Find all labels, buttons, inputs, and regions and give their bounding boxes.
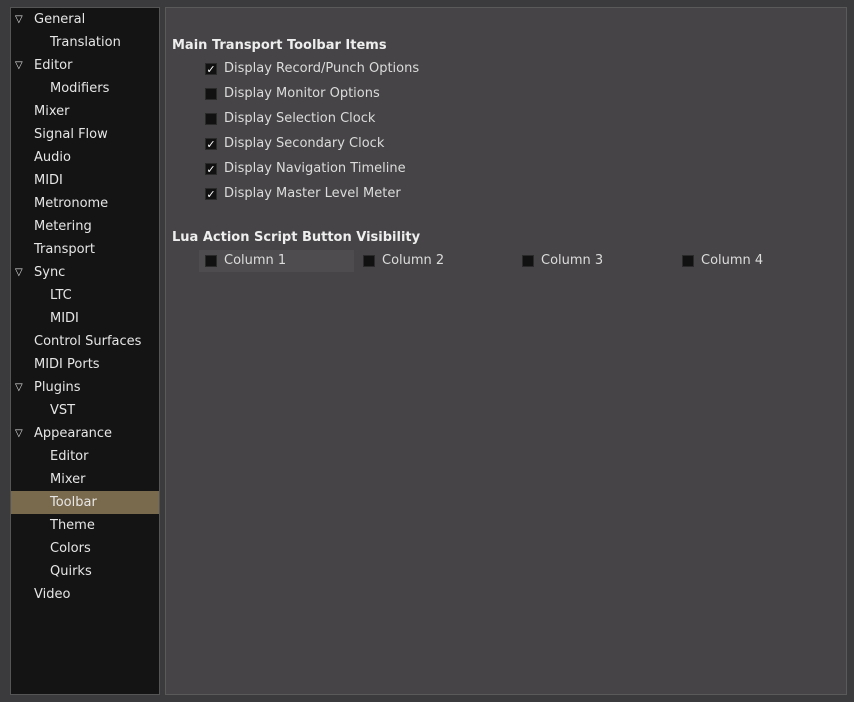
sidebar-item-plugins[interactable]: ▽ Plugins xyxy=(11,376,159,399)
sidebar-item-audio[interactable]: Audio xyxy=(11,146,159,169)
lua-column-label: Column 1 xyxy=(224,253,287,268)
sidebar-item-mixer[interactable]: Mixer xyxy=(11,100,159,123)
sidebar-item-label: General xyxy=(34,12,86,27)
sidebar-item-label: Audio xyxy=(34,150,71,165)
sidebar-item-label: Metering xyxy=(34,219,92,234)
sidebar-item-label: MIDI xyxy=(34,173,63,188)
lua-column-3-checkbox[interactable]: Column 3 xyxy=(522,251,662,271)
sidebar-item-label: Transport xyxy=(34,242,96,257)
checkbox-box[interactable] xyxy=(682,255,694,267)
sidebar-item-midi[interactable]: MIDI xyxy=(11,307,159,330)
sidebar-item-label: Translation xyxy=(50,35,121,50)
sidebar-item-label: VST xyxy=(50,403,76,418)
sidebar-item-theme[interactable]: Theme xyxy=(11,514,159,537)
checkbox-box[interactable] xyxy=(363,255,375,267)
sidebar-item-mixer[interactable]: Mixer xyxy=(11,468,159,491)
sidebar-item-signal-flow[interactable]: Signal Flow xyxy=(11,123,159,146)
sidebar-item-control-surfaces[interactable]: Control Surfaces xyxy=(11,330,159,353)
sidebar-item-ltc[interactable]: LTC xyxy=(11,284,159,307)
sidebar-item-transport[interactable]: Transport xyxy=(11,238,159,261)
toolbar-option-checkbox[interactable]: Display Monitor Options xyxy=(205,84,465,104)
toolbar-option-label: Display Secondary Clock xyxy=(224,136,385,151)
sidebar-item-appearance[interactable]: ▽ Appearance xyxy=(11,422,159,445)
toolbar-option-label: Display Record/Punch Options xyxy=(224,61,420,76)
checkbox-box[interactable] xyxy=(205,113,217,125)
checkbox-box[interactable] xyxy=(205,255,217,267)
sidebar-item-vst[interactable]: VST xyxy=(11,399,159,422)
triangle-down-icon[interactable]: ▽ xyxy=(15,8,23,31)
sidebar-item-label: Control Surfaces xyxy=(34,334,142,349)
sidebar-item-label: Appearance xyxy=(34,426,113,441)
toolbar-option-checkbox[interactable]: ✓ Display Master Level Meter xyxy=(205,184,465,204)
lua-column-4-checkbox[interactable]: Column 4 xyxy=(682,251,822,271)
sidebar-item-label: Video xyxy=(34,587,71,602)
checkmark-icon[interactable]: ✓ xyxy=(205,138,217,150)
checkbox-box[interactable] xyxy=(522,255,534,267)
preferences-sidebar: ▽ General Translation ▽ Editor Modifiers Mixer… xyxy=(10,7,160,695)
triangle-down-icon[interactable]: ▽ xyxy=(15,376,23,399)
sidebar-item-quirks[interactable]: Quirks xyxy=(11,560,159,583)
sidebar-item-label: Mixer xyxy=(34,104,70,119)
sidebar-item-label: Editor xyxy=(34,58,73,73)
sidebar-item-label: Editor xyxy=(50,449,89,464)
toolbar-option-label: Display Selection Clock xyxy=(224,111,376,126)
sidebar-item-label: Theme xyxy=(50,518,95,533)
triangle-down-icon[interactable]: ▽ xyxy=(15,261,23,284)
lua-column-label: Column 4 xyxy=(701,253,764,268)
sidebar-item-label: Quirks xyxy=(50,564,92,579)
sidebar-item-colors[interactable]: Colors xyxy=(11,537,159,560)
toolbar-option-label: Display Navigation Timeline xyxy=(224,161,406,176)
triangle-down-icon[interactable]: ▽ xyxy=(15,54,23,77)
sidebar-item-label: Mixer xyxy=(50,472,86,487)
sidebar-item-label: Colors xyxy=(50,541,91,556)
sidebar-item-sync[interactable]: ▽ Sync xyxy=(11,261,159,284)
toolbar-option-label: Display Monitor Options xyxy=(224,86,380,101)
checkmark-icon[interactable]: ✓ xyxy=(205,63,217,75)
lua-column-label: Column 3 xyxy=(541,253,604,268)
toolbar-option-label: Display Master Level Meter xyxy=(224,186,401,201)
sidebar-item-label: Toolbar xyxy=(50,495,97,510)
sidebar-item-metering[interactable]: Metering xyxy=(11,215,159,238)
sidebar-item-label: Sync xyxy=(34,265,66,280)
sidebar-item-modifiers[interactable]: Modifiers xyxy=(11,77,159,100)
toolbar-option-checkbox[interactable]: Display Selection Clock xyxy=(205,109,465,129)
sidebar-item-translation[interactable]: Translation xyxy=(11,31,159,54)
toolbar-option-checkbox[interactable]: ✓ Display Navigation Timeline xyxy=(205,159,465,179)
sidebar-item-label: Modifiers xyxy=(50,81,110,96)
sidebar-item-label: MIDI xyxy=(50,311,79,326)
lua-column-label: Column 2 xyxy=(382,253,445,268)
sidebar-item-label: Signal Flow xyxy=(34,127,108,142)
section-title-transport: Main Transport Toolbar Items xyxy=(172,38,387,53)
sidebar-item-label: Plugins xyxy=(34,380,81,395)
toolbar-option-checkbox[interactable]: ✓ Display Secondary Clock xyxy=(205,134,465,154)
sidebar-item-midi[interactable]: MIDI xyxy=(11,169,159,192)
sidebar-item-label: Metronome xyxy=(34,196,109,211)
sidebar-item-toolbar[interactable]: Toolbar xyxy=(11,491,159,514)
checkbox-box[interactable] xyxy=(205,88,217,100)
lua-column-1-checkbox[interactable]: Column 1 xyxy=(199,250,354,272)
triangle-down-icon[interactable]: ▽ xyxy=(15,422,23,445)
sidebar-item-midi-ports[interactable]: MIDI Ports xyxy=(11,353,159,376)
checkmark-icon[interactable]: ✓ xyxy=(205,188,217,200)
lua-column-2-checkbox[interactable]: Column 2 xyxy=(363,251,503,271)
sidebar-item-editor[interactable]: Editor xyxy=(11,445,159,468)
toolbar-option-checkbox[interactable]: ✓ Display Record/Punch Options xyxy=(205,59,465,79)
sidebar-item-general[interactable]: ▽ General xyxy=(11,8,159,31)
sidebar-item-label: MIDI Ports xyxy=(34,357,100,372)
toolbar-preferences-panel: Main Transport Toolbar Items ✓ Display Re… xyxy=(165,7,847,695)
section-title-lua: Lua Action Script Button Visibility xyxy=(172,230,421,245)
sidebar-item-label: LTC xyxy=(50,288,72,303)
sidebar-item-video[interactable]: Video xyxy=(11,583,159,606)
sidebar-item-editor[interactable]: ▽ Editor xyxy=(11,54,159,77)
checkmark-icon[interactable]: ✓ xyxy=(205,163,217,175)
sidebar-item-metronome[interactable]: Metronome xyxy=(11,192,159,215)
